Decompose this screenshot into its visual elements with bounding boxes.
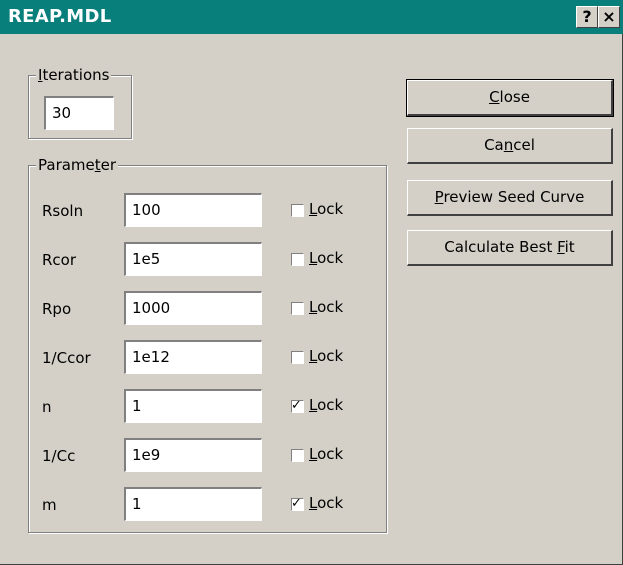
lock-label[interactable]: Lock xyxy=(309,249,343,267)
param-label: 1/Cc xyxy=(42,447,76,465)
param-input[interactable]: 1 xyxy=(124,487,262,521)
window-title: REAP.MDL xyxy=(8,6,112,27)
param-input[interactable]: 1 xyxy=(124,389,262,423)
iterations-input[interactable]: 30 xyxy=(44,96,114,130)
question-icon: ? xyxy=(582,7,592,26)
lock-label[interactable]: Lock xyxy=(309,200,343,218)
dialog-window: REAP.MDL ? × Iterations 30 Parameter Rso… xyxy=(0,0,623,565)
lock-checkbox[interactable] xyxy=(291,204,304,217)
param-input[interactable]: 1e9 xyxy=(124,438,262,472)
lock-label[interactable]: Lock xyxy=(309,396,343,414)
param-input[interactable]: 1e12 xyxy=(124,340,262,374)
param-label: 1/Ccor xyxy=(42,349,91,367)
param-input[interactable]: 100 xyxy=(124,193,262,227)
preview-seed-curve-button[interactable]: Preview Seed Curve xyxy=(407,180,613,216)
lock-label[interactable]: Lock xyxy=(309,298,343,316)
param-label: n xyxy=(42,398,52,416)
lock-checkbox[interactable] xyxy=(291,253,304,266)
param-label: Rcor xyxy=(42,251,77,269)
cancel-button[interactable]: Cancel xyxy=(407,128,613,164)
iterations-legend-rest: terations xyxy=(42,66,110,84)
param-input[interactable]: 1000 xyxy=(124,291,262,325)
lock-checkbox[interactable]: ✓ xyxy=(291,398,304,413)
param-label: Rsoln xyxy=(42,202,84,220)
lock-label[interactable]: Lock xyxy=(309,347,343,365)
lock-label[interactable]: Lock xyxy=(309,445,343,463)
param-label: m xyxy=(42,496,57,514)
parameter-legend: Parameter xyxy=(36,156,119,174)
param-label: Rpo xyxy=(42,300,72,318)
help-button[interactable]: ? xyxy=(576,6,598,28)
title-bar[interactable]: REAP.MDL ? × xyxy=(0,0,623,34)
calculate-best-fit-button[interactable]: Calculate Best Fit xyxy=(407,230,613,266)
close-button[interactable]: Close xyxy=(406,79,614,117)
title-close-button[interactable]: × xyxy=(598,6,620,28)
param-input[interactable]: 1e5 xyxy=(124,242,262,276)
lock-checkbox[interactable] xyxy=(291,302,304,315)
check-icon: ✓ xyxy=(291,496,302,511)
lock-checkbox[interactable] xyxy=(291,351,304,364)
check-icon: ✓ xyxy=(291,398,302,413)
iterations-legend: Iterations xyxy=(36,66,112,84)
lock-checkbox[interactable]: ✓ xyxy=(291,496,304,511)
close-icon: × xyxy=(602,7,616,26)
lock-checkbox[interactable] xyxy=(291,449,304,462)
lock-label[interactable]: Lock xyxy=(309,494,343,512)
